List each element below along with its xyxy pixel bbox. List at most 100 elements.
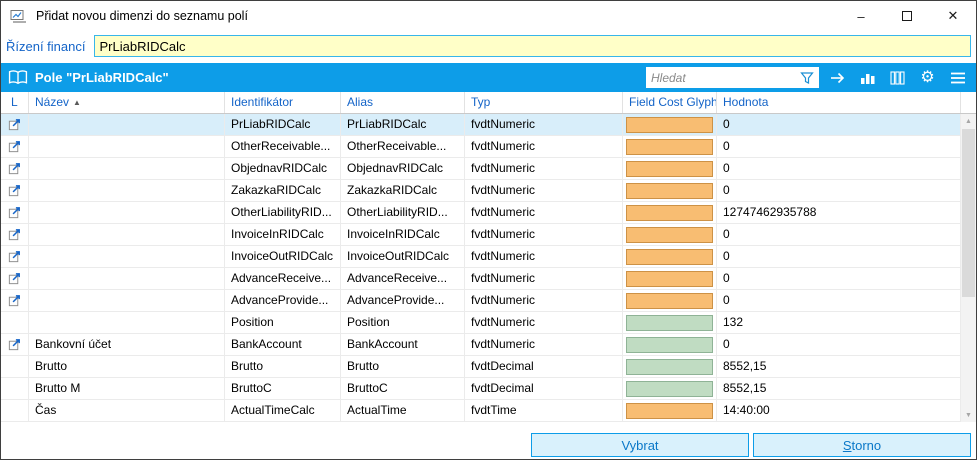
scroll-up-icon[interactable]: ▲ [961, 114, 976, 128]
table-row[interactable]: InvoiceInRIDCalc InvoiceInRIDCalc fvdtNu… [1, 224, 976, 246]
table-row[interactable]: PrLiabRIDCalc PrLiabRIDCalc fvdtNumeric … [1, 114, 976, 136]
external-link-icon[interactable] [7, 293, 22, 308]
select-button[interactable]: Vybrat [531, 433, 749, 457]
glyph-bar [626, 139, 713, 155]
hodnota-cell: 132 [717, 312, 961, 334]
typ-cell: fvdtNumeric [465, 136, 623, 158]
column-header-hodnota[interactable]: Hodnota [717, 92, 961, 113]
minimize-button[interactable]: – [838, 1, 884, 31]
external-link-icon[interactable] [7, 183, 22, 198]
external-link-icon[interactable] [7, 337, 22, 352]
external-link-icon[interactable] [7, 227, 22, 242]
alias-cell: OtherReceivable... [341, 136, 465, 158]
external-link-icon[interactable] [7, 205, 22, 220]
table-row[interactable]: OtherReceivable... OtherReceivable... fv… [1, 136, 976, 158]
external-link-icon[interactable] [7, 117, 22, 132]
window-title: Přidat novou dimenzi do seznamu polí [36, 9, 248, 23]
table-row[interactable]: AdvanceProvide... AdvanceProvide... fvdt… [1, 290, 976, 312]
glyph-cell [623, 378, 717, 400]
column-header-identifikator[interactable]: Identifikátor [225, 92, 341, 113]
bar-chart-icon[interactable] [856, 66, 879, 89]
column-header-nazev[interactable]: Název▲ [29, 92, 225, 113]
link-cell [1, 400, 29, 422]
nazev-cell [29, 312, 225, 334]
cancel-button[interactable]: Storno [753, 433, 971, 457]
table-row[interactable]: Čas ActualTimeCalc ActualTime fvdtTime 1… [1, 400, 976, 422]
hodnota-cell: 8552,15 [717, 356, 961, 378]
table-row[interactable]: Bankovní účet BankAccount BankAccount fv… [1, 334, 976, 356]
alias-cell: ActualTime [341, 400, 465, 422]
nazev-cell: Bankovní účet [29, 334, 225, 356]
gear-icon[interactable]: ⚙ [916, 66, 939, 89]
columns-icon[interactable] [886, 66, 909, 89]
dimension-form-row: Řízení financí [1, 31, 976, 61]
external-link-icon[interactable] [7, 161, 22, 176]
column-header-typ[interactable]: Typ [465, 92, 623, 113]
title-bar[interactable]: Přidat novou dimenzi do seznamu polí – ✕ [1, 1, 976, 31]
dimension-value-input[interactable] [94, 35, 972, 57]
glyph-bar [626, 381, 713, 397]
link-cell [1, 290, 29, 312]
menu-icon[interactable] [946, 66, 969, 89]
link-cell [1, 356, 29, 378]
typ-cell: fvdtDecimal [465, 356, 623, 378]
typ-cell: fvdtNumeric [465, 180, 623, 202]
identifikator-cell: PrLiabRIDCalc [225, 114, 341, 136]
maximize-button[interactable] [884, 1, 930, 31]
hodnota-cell: 14:40:00 [717, 400, 961, 422]
table-row[interactable]: Position Position fvdtNumeric 132 [1, 312, 976, 334]
glyph-bar [626, 249, 713, 265]
field-grid: L Název▲ Identifikátor Alias Typ Field C… [1, 92, 976, 422]
alias-cell: InvoiceOutRIDCalc [341, 246, 465, 268]
table-row[interactable]: ObjednavRIDCalc ObjednavRIDCalc fvdtNume… [1, 158, 976, 180]
search-input[interactable] [651, 71, 796, 85]
glyph-cell [623, 290, 717, 312]
typ-cell: fvdtNumeric [465, 334, 623, 356]
alias-cell: ObjednavRIDCalc [341, 158, 465, 180]
glyph-bar [626, 315, 713, 331]
hodnota-cell: 0 [717, 334, 961, 356]
table-row[interactable]: AdvanceReceive... AdvanceReceive... fvdt… [1, 268, 976, 290]
dialog-footer: Vybrat Storno [1, 433, 976, 457]
glyph-bar [626, 161, 713, 177]
identifikator-cell: AdvanceReceive... [225, 268, 341, 290]
external-link-icon[interactable] [7, 139, 22, 154]
nazev-cell [29, 180, 225, 202]
column-header-glyph[interactable]: Field Cost Glyph [623, 92, 717, 113]
nazev-cell [29, 224, 225, 246]
glyph-bar [626, 227, 713, 243]
filter-funnel-icon[interactable] [800, 71, 814, 85]
typ-cell: fvdtDecimal [465, 378, 623, 400]
table-row[interactable]: Brutto M BruttoC BruttoC fvdtDecimal 855… [1, 378, 976, 400]
table-body: PrLiabRIDCalc PrLiabRIDCalc fvdtNumeric … [1, 114, 976, 422]
column-header-l[interactable]: L [1, 92, 29, 113]
hodnota-cell: 0 [717, 246, 961, 268]
alias-cell: BruttoC [341, 378, 465, 400]
table-row[interactable]: ZakazkaRIDCalc ZakazkaRIDCalc fvdtNumeri… [1, 180, 976, 202]
scroll-down-icon[interactable]: ▼ [961, 408, 976, 422]
external-link-icon[interactable] [7, 271, 22, 286]
alias-cell: PrLiabRIDCalc [341, 114, 465, 136]
table-row[interactable]: InvoiceOutRIDCalc InvoiceOutRIDCalc fvdt… [1, 246, 976, 268]
column-header-alias[interactable]: Alias [341, 92, 465, 113]
panel-title: Pole "PrLiabRIDCalc" [35, 70, 169, 85]
glyph-cell [623, 202, 717, 224]
vertical-scrollbar[interactable]: ▲ ▼ [961, 114, 976, 422]
close-button[interactable]: ✕ [930, 1, 976, 31]
scrollbar-thumb[interactable] [962, 129, 975, 297]
link-cell [1, 224, 29, 246]
typ-cell: fvdtNumeric [465, 202, 623, 224]
glyph-cell [623, 268, 717, 290]
arrow-right-icon[interactable] [826, 66, 849, 89]
alias-cell: BankAccount [341, 334, 465, 356]
link-cell [1, 158, 29, 180]
glyph-bar [626, 293, 713, 309]
link-cell [1, 136, 29, 158]
identifikator-cell: ZakazkaRIDCalc [225, 180, 341, 202]
table-row[interactable]: Brutto Brutto Brutto fvdtDecimal 8552,15 [1, 356, 976, 378]
external-link-icon[interactable] [7, 249, 22, 264]
book-icon [8, 66, 28, 89]
table-row[interactable]: OtherLiabilityRID... OtherLiabilityRID..… [1, 202, 976, 224]
hodnota-cell: 0 [717, 268, 961, 290]
hodnota-cell: 0 [717, 224, 961, 246]
